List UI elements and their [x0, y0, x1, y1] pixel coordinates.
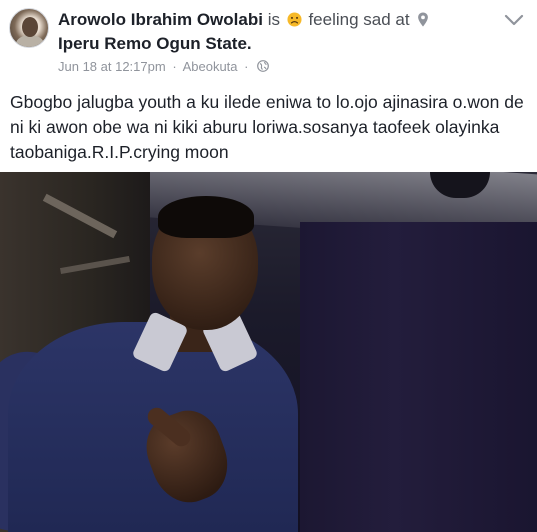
post-photo[interactable] — [0, 172, 537, 532]
map-pin-icon — [418, 12, 429, 27]
location-name[interactable]: Iperu Remo Ogun State. — [58, 33, 498, 55]
post-author-line: Arowolo Ibrahim Owolabi is feeling sad a… — [58, 9, 498, 31]
author-avatar[interactable] — [9, 8, 49, 48]
photo-hair — [158, 196, 254, 238]
meta-separator: · — [172, 59, 177, 74]
post-place[interactable]: Abeokuta — [183, 59, 238, 74]
facebook-post: Arowolo Ibrahim Owolabi is feeling sad a… — [0, 0, 537, 532]
globe-icon[interactable] — [257, 60, 270, 72]
author-name[interactable]: Arowolo Ibrahim Owolabi — [58, 10, 263, 29]
avatar-figure-head — [22, 17, 38, 37]
post-body-text: Gbogbo jalugba youth a ku ilede eniwa to… — [10, 92, 524, 162]
is-word: is — [267, 10, 280, 29]
post-timestamp[interactable]: Jun 18 at 12:17pm — [58, 59, 166, 74]
feeling-text: feeling sad at — [308, 10, 410, 29]
meta-separator-2: · — [244, 59, 249, 74]
photo-curtain — [300, 222, 537, 532]
post-meta: Jun 18 at 12:17pm · Abeokuta · — [58, 59, 438, 75]
chevron-down-icon[interactable] — [503, 12, 525, 28]
post-header: Arowolo Ibrahim Owolabi is feeling sad a… — [0, 0, 537, 82]
sad-face-emoji-icon — [287, 12, 302, 27]
